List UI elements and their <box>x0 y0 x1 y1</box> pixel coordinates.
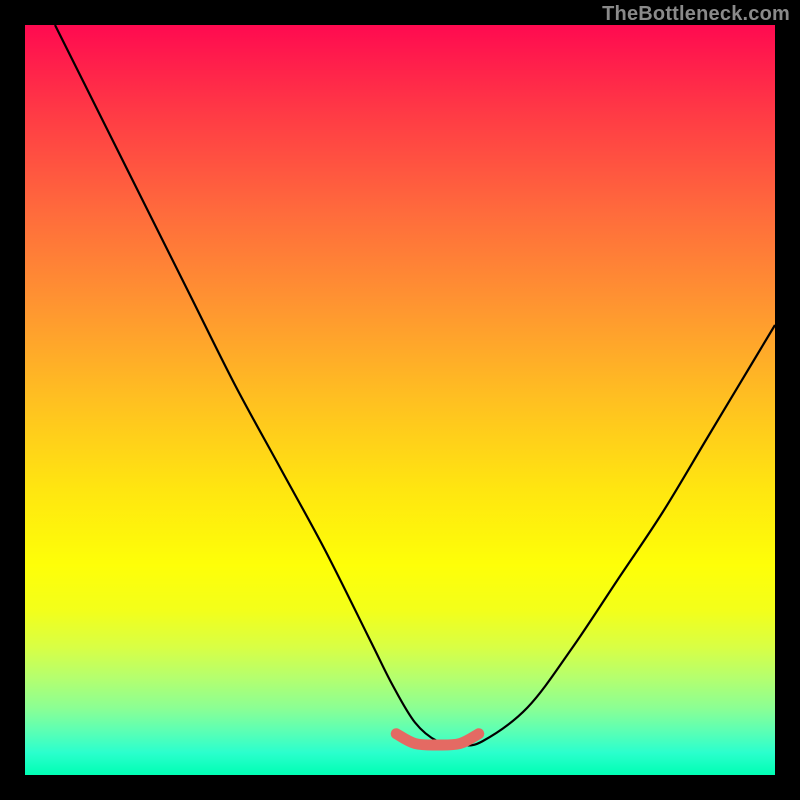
plot-area <box>25 25 775 775</box>
watermark-text: TheBottleneck.com <box>602 3 790 26</box>
optimal-band <box>396 734 479 745</box>
curve-layer <box>25 25 775 775</box>
chart-frame: TheBottleneck.com <box>0 0 800 800</box>
bottleneck-curve <box>55 25 775 745</box>
